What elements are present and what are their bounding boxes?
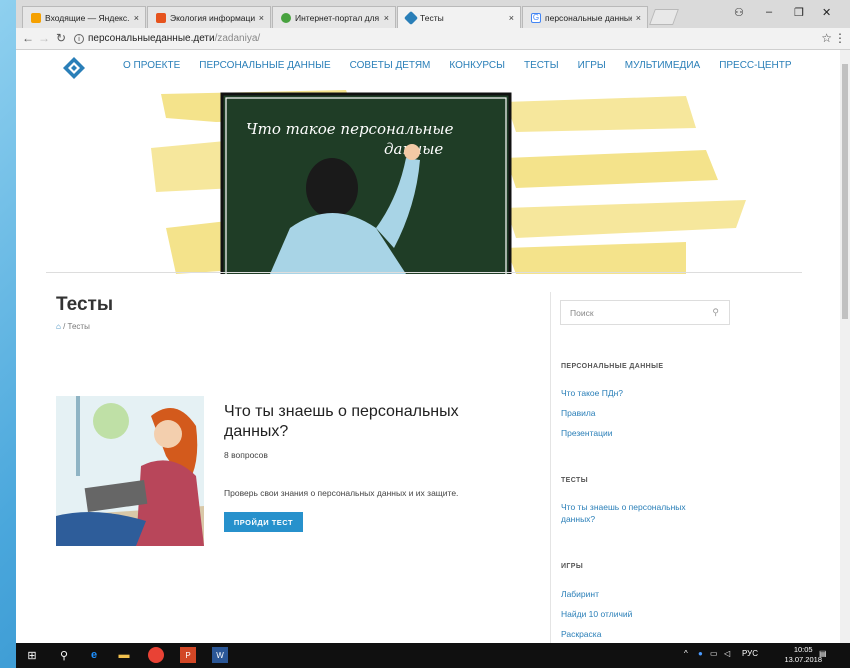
search-icon[interactable]: ⚲ <box>56 647 72 663</box>
main-menu: О ПРОЕКТЕ ПЕРСОНАЛЬНЫЕ ДАННЫЕ СОВЕТЫ ДЕТ… <box>123 60 811 71</box>
home-icon[interactable]: ⌂ <box>56 322 61 331</box>
windows-taskbar: ⊞ ⚲ e ▬ P W ^ ● ▭ ◁ РУС 10:05 13.07.2018… <box>16 643 850 668</box>
menu-item-advice[interactable]: СОВЕТЫ ДЕТЯМ <box>350 60 431 71</box>
sidebar-heading-tests: ТЕСТЫ <box>561 477 588 484</box>
search-input[interactable]: Поиск ⚲ <box>560 300 730 325</box>
hero-caption-line1: Что такое персональные <box>246 120 454 138</box>
close-icon[interactable]: × <box>509 13 514 23</box>
menu-icon[interactable]: ⋮ <box>834 31 846 45</box>
tray-arrow-icon[interactable]: ^ <box>684 649 688 658</box>
sidebar-divider <box>550 292 551 643</box>
page-scrollbar[interactable] <box>840 50 850 643</box>
reload-icon[interactable]: ↻ <box>56 31 66 45</box>
sidebar-link-rules[interactable]: Правила <box>561 407 711 419</box>
profile-icon[interactable]: ⚇ <box>734 6 744 19</box>
tab-tests[interactable]: Тесты × <box>397 6 521 28</box>
word-icon[interactable]: W <box>212 647 228 663</box>
site-logo-icon <box>403 10 419 25</box>
menu-item-personal-data[interactable]: ПЕРСОНАЛЬНЫЕ ДАННЫЕ <box>199 60 330 71</box>
notifications-icon[interactable]: ▤ <box>819 649 827 658</box>
site-header: О ПРОЕКТЕ ПЕРСОНАЛЬНЫЕ ДАННЫЕ СОВЕТЫ ДЕТ… <box>16 50 840 88</box>
powerpoint-icon[interactable]: P <box>180 647 196 663</box>
tray-info-icon[interactable]: ● <box>698 649 703 658</box>
back-icon[interactable]: ← <box>22 31 34 45</box>
site-logo-icon[interactable] <box>62 56 86 80</box>
breadcrumb-current: / Тесты <box>63 322 90 331</box>
hero-divider <box>46 272 802 273</box>
address-bar[interactable]: i персональныеданные.дети /zadaniya/ <box>74 30 814 47</box>
tab-yandex-mail[interactable]: Входящие — Яндекс.По × <box>22 6 146 28</box>
close-icon[interactable]: × <box>134 13 139 23</box>
tab-ecology[interactable]: Экология информацион × <box>147 6 271 28</box>
network-icon[interactable]: ▭ <box>710 649 718 658</box>
google-icon: G <box>531 12 541 23</box>
forward-icon[interactable]: → <box>38 31 50 45</box>
chrome-icon[interactable] <box>148 647 164 663</box>
site-icon <box>156 12 166 23</box>
bookmark-star-icon[interactable]: ☆ <box>821 31 832 45</box>
breadcrumb: ⌂ / Тесты <box>56 322 90 331</box>
web-page: О ПРОЕКТЕ ПЕРСОНАЛЬНЫЕ ДАННЫЕ СОВЕТЫ ДЕТ… <box>16 50 850 643</box>
sidebar-link-presentations[interactable]: Презентации <box>561 427 711 439</box>
url-domain: персональныеданные.дети <box>88 33 215 44</box>
browser-toolbar: ← → ↻ i персональныеданные.дети /zadaniy… <box>16 28 850 50</box>
test-card-title[interactable]: Что ты знаешь о персональных данных? <box>224 402 504 442</box>
volume-icon[interactable]: ◁ <box>724 649 730 658</box>
close-icon[interactable]: × <box>636 13 641 23</box>
site-icon <box>281 12 291 23</box>
close-icon[interactable]: × <box>384 13 389 23</box>
menu-item-about[interactable]: О ПРОЕКТЕ <box>123 60 180 71</box>
minimize-icon[interactable]: – <box>766 6 772 18</box>
sidebar-link-what-is-pd[interactable]: Что такое ПДн? <box>561 387 711 399</box>
close-window-icon[interactable]: ✕ <box>822 6 831 19</box>
new-tab-button[interactable] <box>649 9 679 25</box>
windows-start-icon[interactable]: ⊞ <box>24 647 40 663</box>
menu-item-multimedia[interactable]: МУЛЬТИМЕДИА <box>625 60 700 71</box>
tab-portal[interactable]: Интернет-портал для по × <box>272 6 396 28</box>
test-card-image[interactable] <box>56 396 204 546</box>
tab-strip: Входящие — Яндекс.По × Экология информац… <box>16 0 850 28</box>
tab-google-search[interactable]: G персональные данные × <box>522 6 648 28</box>
sidebar-link-spot-differences[interactable]: Найди 10 отличий <box>561 608 711 620</box>
sidebar-link-test[interactable]: Что ты знаешь о персональных данных? <box>561 501 711 525</box>
language-indicator[interactable]: РУС <box>742 649 758 658</box>
menu-item-tests[interactable]: ТЕСТЫ <box>524 60 559 71</box>
sidebar-link-coloring[interactable]: Раскраска <box>561 628 711 640</box>
maximize-icon[interactable]: ❐ <box>794 6 804 19</box>
menu-item-games[interactable]: ИГРЫ <box>578 60 606 71</box>
clock[interactable]: 10:05 13.07.2018 <box>784 645 822 665</box>
sidebar-link-labyrinth[interactable]: Лабиринт <box>561 588 711 600</box>
sidebar-heading-games: ИГРЫ <box>561 563 584 570</box>
test-card-description: Проверь свои знания о персональных данны… <box>224 488 459 498</box>
test-card-question-count: 8 вопросов <box>224 450 268 460</box>
clock-date: 13.07.2018 <box>784 655 822 664</box>
take-test-button[interactable]: ПРОЙДИ ТЕСТ <box>224 512 303 532</box>
scrollbar-thumb[interactable] <box>842 64 848 319</box>
search-placeholder: Поиск <box>570 307 594 318</box>
file-explorer-icon[interactable]: ▬ <box>116 647 132 663</box>
clock-time: 10:05 <box>793 645 813 654</box>
close-icon[interactable]: × <box>259 13 264 23</box>
info-icon[interactable]: i <box>74 33 84 44</box>
browser-window: Входящие — Яндекс.По × Экология информац… <box>16 0 850 643</box>
search-icon[interactable]: ⚲ <box>712 307 719 318</box>
mail-icon <box>31 12 41 23</box>
edge-icon[interactable]: e <box>86 647 102 663</box>
hero-illustration: Что такое персональные данные <box>151 90 746 274</box>
menu-item-press[interactable]: ПРЕСС-ЦЕНТР <box>719 60 791 71</box>
page-title: Тесты <box>56 294 114 315</box>
url-path: /zadaniya/ <box>214 33 261 44</box>
sidebar-heading-personal-data: ПЕРСОНАЛЬНЫЕ ДАННЫЕ <box>561 363 664 370</box>
menu-item-contests[interactable]: КОНКУРСЫ <box>449 60 505 71</box>
